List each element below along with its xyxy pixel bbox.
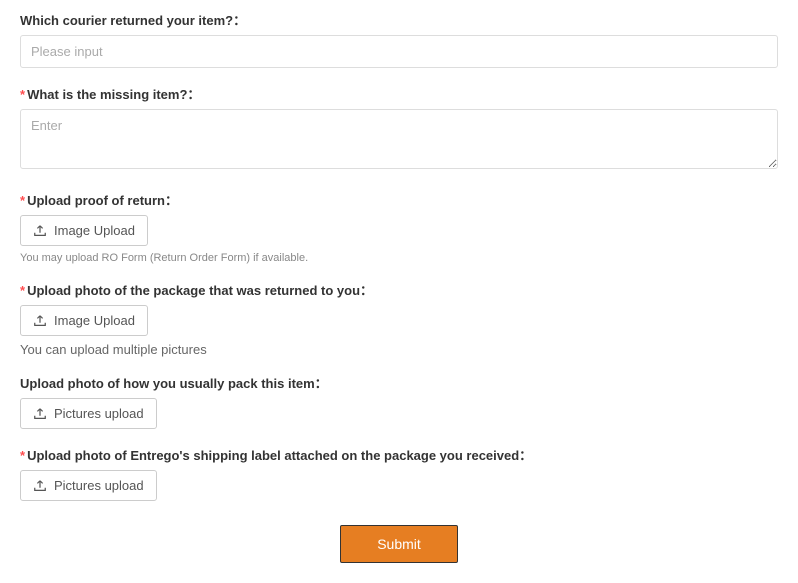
label-photo-label-text: Upload photo of Entrego's shipping label… [27,448,532,463]
proof-return-label: *Upload proof of return： [20,190,778,209]
proof-return-label-text: Upload proof of return： [27,193,178,208]
proof-return-upload-text: Image Upload [54,223,135,238]
proof-return-upload-button[interactable]: Image Upload [20,215,148,246]
required-asterisk: * [20,87,25,102]
pack-photo-upload-text: Pictures upload [54,406,144,421]
courier-label-text: Which courier returned your item?： [20,13,246,28]
package-photo-upload-button[interactable]: Image Upload [20,305,148,336]
proof-return-help: You may upload RO Form (Return Order For… [20,252,778,264]
field-label-photo: *Upload photo of Entrego's shipping labe… [20,445,778,501]
field-courier-returned: Which courier returned your item?： [20,10,778,68]
courier-input[interactable] [20,35,778,68]
package-photo-label-text: Upload photo of the package that was ret… [27,283,373,298]
field-package-photo: *Upload photo of the package that was re… [20,280,778,357]
pack-photo-label: Upload photo of how you usually pack thi… [20,373,778,392]
field-proof-return: *Upload proof of return： Image Upload Yo… [20,190,778,264]
upload-icon [33,314,47,328]
label-photo-upload-button[interactable]: Pictures upload [20,470,157,501]
missing-item-label-text: What is the missing item?： [27,87,200,102]
courier-label: Which courier returned your item?： [20,10,778,29]
package-photo-label: *Upload photo of the package that was re… [20,280,778,299]
label-photo-upload-text: Pictures upload [54,478,144,493]
field-missing-item: *What is the missing item?： [20,84,778,174]
submit-button[interactable]: Submit [340,525,458,563]
upload-icon [33,479,47,493]
package-photo-help: You can upload multiple pictures [20,342,778,357]
required-asterisk: * [20,283,25,298]
required-asterisk: * [20,193,25,208]
field-pack-photo: Upload photo of how you usually pack thi… [20,373,778,429]
pack-photo-label-text: Upload photo of how you usually pack thi… [20,376,328,391]
package-photo-upload-text: Image Upload [54,313,135,328]
required-asterisk: * [20,448,25,463]
missing-item-label: *What is the missing item?： [20,84,778,103]
upload-icon [33,224,47,238]
submit-wrapper: Submit [20,525,778,563]
missing-item-textarea[interactable] [20,109,778,169]
label-photo-label: *Upload photo of Entrego's shipping labe… [20,445,778,464]
upload-icon [33,407,47,421]
pack-photo-upload-button[interactable]: Pictures upload [20,398,157,429]
